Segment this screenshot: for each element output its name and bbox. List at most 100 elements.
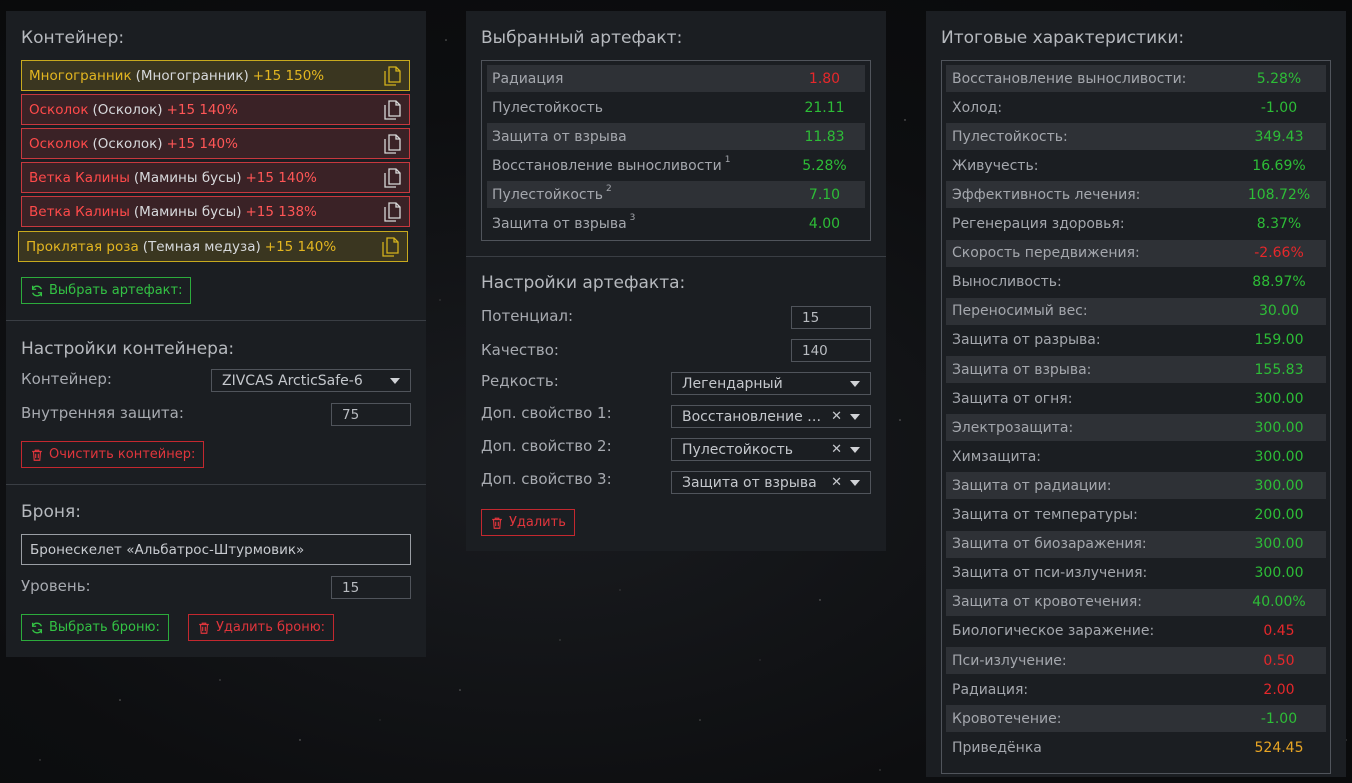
item-name: Ветка Калины — [29, 203, 130, 220]
stat-value: 300.00 — [1254, 536, 1304, 553]
stat-label: Защита от взрыва: — [952, 361, 1092, 378]
item-level: +15 140% — [166, 135, 238, 152]
stat-label-wrap: Защита от взрыва — [487, 129, 627, 145]
rarity-select[interactable]: Легендарный — [671, 372, 871, 395]
totals-panel: Итоговые характеристики: Восстановление … — [926, 11, 1346, 777]
stat-label: Защита от огня: — [952, 390, 1073, 407]
artifact-title: Выбранный артефакт: — [481, 28, 683, 48]
stat-value: 5.28% — [802, 157, 847, 174]
stat-label: Защита от пси-излучения: — [952, 565, 1148, 582]
stat-label: Пулестойкость — [492, 186, 604, 203]
total-stat-row: Эффективность лечения: 108.72% — [946, 181, 1326, 209]
stat-label: Скорость передвижения: — [952, 245, 1140, 262]
stat-footnote: 1 — [724, 155, 731, 166]
stat-label: Пси-излучение: — [952, 652, 1067, 669]
quality-input[interactable]: 140 — [791, 339, 871, 362]
stat-label: Защита от температуры: — [952, 507, 1138, 523]
armor-level-input[interactable]: 15 — [331, 576, 411, 599]
stat-label: Пулестойкость — [492, 99, 604, 116]
total-stat-row: Выносливость: 88.97% — [946, 269, 1326, 296]
stat-value: 300.00 — [1254, 477, 1304, 494]
delete-armor-button[interactable]: Удалить броню: — [188, 614, 335, 641]
item-subname: (Темная медуза) — [142, 238, 261, 255]
total-stat-row: Защита от биозаражения: 300.00 — [946, 530, 1326, 558]
container-settings-title: Настройки контейнера: — [21, 339, 235, 359]
extra3-label: Доп. свойство 3: — [481, 470, 612, 488]
container-label: Контейнер: — [21, 370, 112, 388]
container-select[interactable]: ZIVCAS ArcticSafe-6 — [211, 369, 411, 392]
refresh-icon — [31, 285, 43, 296]
item-level: +15 140% — [166, 101, 238, 118]
container-item[interactable]: Проклятая роза (Темная медуза) +15 140% — [18, 231, 408, 262]
select-artifact-label: Выбрать артефакт: — [49, 283, 183, 298]
total-stat-row: Защита от взрыва: 155.83 — [946, 356, 1326, 383]
copy-icon[interactable] — [383, 134, 401, 154]
item-name: Многогранник — [29, 67, 132, 84]
copy-icon[interactable] — [383, 168, 401, 188]
stat-label: Восстановление выносливости — [492, 157, 722, 174]
stat-value: 300.00 — [1254, 448, 1304, 465]
stat-footnote: 2 — [606, 184, 612, 195]
extra3-select[interactable]: Защита от взрыва ✕ — [671, 471, 871, 494]
total-stat-row: Кровотечение: -1.00 — [946, 705, 1326, 733]
stat-value: 300.00 — [1254, 390, 1304, 407]
container-item[interactable]: Осколок (Осколок) +15 140% — [21, 94, 410, 125]
clear-icon[interactable]: ✕ — [831, 475, 842, 490]
stat-value: 5.28% — [1256, 70, 1302, 87]
extra3-select-value: Защита от взрыва — [682, 474, 817, 491]
total-stat-row: Защита от температуры: 200.00 — [946, 502, 1326, 529]
item-level: +15 138% — [245, 203, 317, 220]
item-subname: (Мамины бусы) — [133, 203, 242, 220]
stat-label: Холод: — [952, 99, 1003, 116]
stat-value: 2.00 — [1263, 681, 1295, 698]
extra1-select[interactable]: Восстановление выносливости ✕ — [671, 405, 871, 428]
copy-icon[interactable] — [383, 100, 401, 120]
container-item[interactable]: Осколок (Осколок) +15 140% — [21, 128, 410, 159]
inner-protection-input[interactable]: 75 — [331, 403, 411, 426]
artifact-stat-row: Защита от взрыва 3 4.00 — [487, 210, 865, 237]
select-artifact-button[interactable]: Выбрать артефакт: — [21, 277, 192, 304]
select-armor-button[interactable]: Выбрать броню: — [21, 614, 169, 641]
delete-artifact-button[interactable]: Удалить — [481, 509, 575, 536]
clear-container-button[interactable]: Очистить контейнер: — [21, 441, 205, 468]
copy-icon[interactable] — [381, 237, 399, 257]
total-stat-row: Защита от кровотечения: 40.00% — [946, 588, 1326, 616]
stat-value: 21.11 — [804, 99, 845, 116]
stat-label: Электрозащита: — [952, 419, 1074, 436]
stat-label: Защита от разрыва: — [952, 332, 1101, 349]
stat-label: Химзащита: — [952, 448, 1042, 465]
quality-label: Качество: — [481, 341, 559, 359]
copy-icon[interactable] — [383, 202, 401, 222]
stat-value: 1.80 — [808, 70, 841, 87]
clear-container-label: Очистить контейнер: — [49, 447, 196, 462]
total-stat-row: Пулестойкость: 349.43 — [946, 123, 1326, 151]
container-item[interactable]: Ветка Калины (Мамины бусы) +15 138% — [21, 196, 410, 227]
total-stat-row: Скорость передвижения: -2.66% — [946, 239, 1326, 267]
item-name: Проклятая роза — [26, 238, 139, 255]
stat-value: 159.00 — [1254, 332, 1304, 349]
container-item[interactable]: Многогранник (Многогранник) +15 150% — [21, 60, 410, 91]
extra2-select[interactable]: Пулестойкость ✕ — [671, 438, 871, 461]
artifact-stat-row: Защита от взрыва 11.83 — [487, 123, 865, 150]
stat-label: Живучесть: — [952, 157, 1039, 174]
trash-icon — [199, 622, 209, 634]
extra2-label: Доп. свойство 2: — [481, 437, 612, 455]
copy-icon[interactable] — [383, 66, 401, 86]
container-item[interactable]: Ветка Калины (Мамины бусы) +15 140% — [21, 162, 410, 193]
refresh-icon — [31, 622, 43, 633]
armor-input[interactable]: Бронескелет «Альбатрос-Штурмовик» — [21, 534, 411, 565]
divider — [6, 484, 426, 485]
stat-value: -1.00 — [1260, 710, 1298, 727]
potential-input[interactable]: 15 — [791, 306, 871, 329]
trash-icon — [32, 449, 42, 461]
stat-footnote: 3 — [629, 213, 636, 224]
item-name: Ветка Калины — [29, 169, 130, 186]
total-stat-row: Приведёнка 524.45 — [946, 734, 1326, 761]
armor-title: Броня: — [21, 502, 81, 522]
total-stat-row: Электрозащита: 300.00 — [946, 414, 1326, 442]
stat-value: 40.00% — [1252, 594, 1306, 611]
clear-icon[interactable]: ✕ — [831, 442, 842, 457]
clear-icon[interactable]: ✕ — [831, 409, 842, 424]
divider — [466, 256, 886, 257]
total-stat-row: Живучесть: 16.69% — [946, 152, 1326, 179]
